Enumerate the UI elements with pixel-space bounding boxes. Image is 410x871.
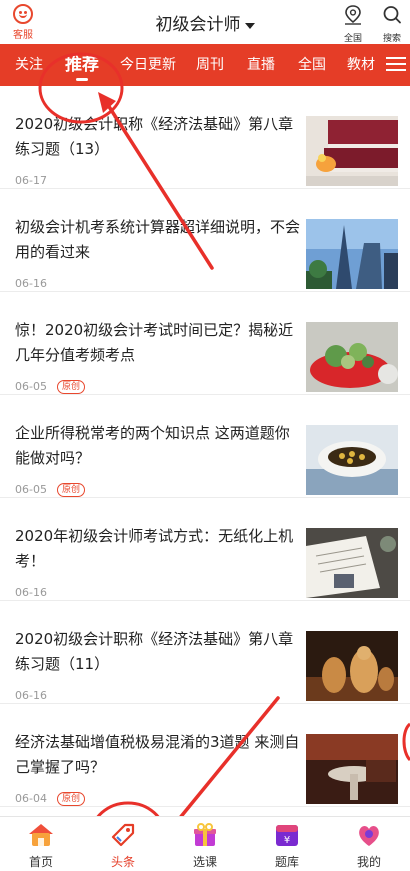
article-date: 06-04 [15,792,47,805]
original-badge: 原创 [56,483,85,497]
article-title: 经济法基础增值税极易混淆的3道题 来测自己掌握了吗？ [15,733,300,776]
nav-courses[interactable]: 选课 [164,817,246,871]
article-title: 2020年初级会计师考试方式：无纸化上机考！ [15,527,294,570]
article-item[interactable]: 企业所得税常考的两个知识点 这两道题你能做对吗？ 06-05 原创 [0,395,410,498]
article-item[interactable]: 2020初级会计职称《经济法基础》第八章练习题（11） 06-16 [0,601,410,704]
article-date: 06-05 [15,483,47,496]
article-title: 惊！2020初级会计考试时间已定？揭秘近几年分值考频考点 [15,321,294,364]
active-tab-indicator [76,78,88,81]
nav-question-bank[interactable]: ¥ 题库 [246,817,328,871]
top-header: 客服 初级会计师 全国 搜索 [0,0,410,44]
article-title: 2020初级会计职称《经济法基础》第八章练习题（13） [15,115,294,158]
article-item[interactable]: 2020初级会计职称《经济法基础》第八章练习题（13） 06-17 [0,86,410,189]
article-date: 06-16 [15,586,47,599]
article-date: 06-16 [15,277,47,290]
search-label: 搜索 [382,34,401,44]
article-item[interactable]: 惊！2020初级会计考试时间已定？揭秘近几年分值考频考点 06-05 原创 [0,292,410,395]
article-thumbnail [306,219,398,289]
article-thumbnail [306,631,398,701]
location-pin-icon [345,5,361,25]
category-tab-bar: 关注 推荐 今日更新 周刊 直播 全国 教材 [0,44,410,86]
nav-headlines[interactable]: 头条 [82,817,164,871]
article-meta: 06-17 [15,174,47,187]
profile-icon [359,826,379,846]
home-icon [29,824,53,846]
question-bank-icon: ¥ [276,825,298,846]
tab-textbook[interactable]: 教材 [347,44,375,86]
article-title: 企业所得税常考的两个知识点 这两道题你能做对吗？ [15,424,290,467]
article-feed: 2020初级会计职称《经济法基础》第八章练习题（13） 06-17 初级会计机考… [0,86,410,816]
course-gift-icon [194,823,216,846]
article-meta: 06-04 原创 [15,792,85,806]
tab-follow[interactable]: 关注 [15,44,43,86]
original-badge: 原创 [56,380,85,394]
svg-text:¥: ¥ [284,835,290,846]
article-meta: 06-05 原创 [15,483,85,497]
nav-home[interactable]: 首页 [0,817,82,871]
original-badge: 原创 [56,792,85,806]
nav-headlines-label: 头条 [110,855,135,869]
page-title: 初级会计师 [155,15,241,35]
article-meta: 06-16 [15,586,47,599]
nav-profile-label: 我的 [356,855,381,869]
caret-down-icon [244,22,255,29]
article-thumbnail [306,116,398,186]
nav-profile[interactable]: 我的 [328,817,410,871]
article-thumbnail [306,322,398,392]
article-title: 初级会计机考系统计算器超详细说明，不会用的看过来 [15,218,301,261]
location-button[interactable]: 全国 [338,4,368,45]
article-meta: 06-16 [15,689,47,702]
nav-courses-label: 选课 [192,855,217,869]
bottom-nav: 首页 头条 选课 ¥ 题库 我的 [0,816,410,871]
article-date: 06-05 [15,380,47,393]
article-meta: 06-16 [15,277,47,290]
article-thumbnail [306,734,398,804]
tab-weekly[interactable]: 周刊 [196,44,224,86]
article-meta: 06-05 原创 [15,380,85,394]
article-item[interactable]: 初级会计机考系统计算器超详细说明，不会用的看过来 06-16 [0,189,410,292]
tab-menu-icon[interactable] [386,54,406,76]
article-date: 06-16 [15,689,47,702]
article-date: 06-17 [15,174,47,187]
article-item[interactable]: 2020年初级会计师考试方式：无纸化上机考！ 06-16 [0,498,410,601]
article-thumbnail [306,528,398,598]
tab-nationwide[interactable]: 全国 [298,44,326,86]
tab-today-updates[interactable]: 今日更新 [120,44,176,86]
tab-live[interactable]: 直播 [247,44,275,86]
search-button[interactable]: 搜索 [377,4,407,45]
location-label: 全国 [343,34,362,44]
search-icon [383,6,401,24]
nav-question-bank-label: 题库 [274,855,299,869]
article-item[interactable]: 经济法基础增值税极易混淆的3道题 来测自己掌握了吗？ 06-04 原创 [0,704,410,807]
headline-tag-icon [111,823,135,847]
article-title: 2020初级会计职称《经济法基础》第八章练习题（11） [15,630,294,673]
article-thumbnail [306,425,398,495]
nav-home-label: 首页 [28,855,53,869]
